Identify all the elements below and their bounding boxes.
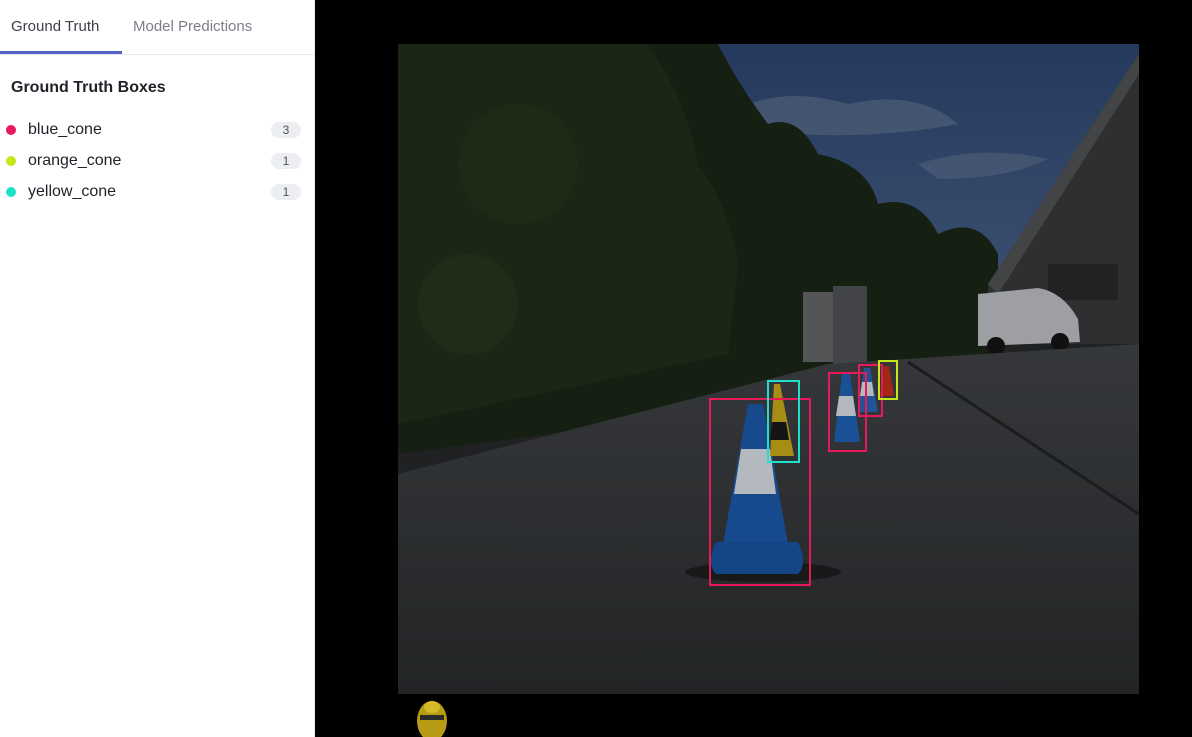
annotation-sidebar: Ground Truth Model Predictions Ground Tr…	[0, 0, 315, 737]
class-row-blue-cone[interactable]: blue_cone 3	[0, 116, 315, 147]
section-title: Ground Truth Boxes	[11, 79, 166, 96]
count-badge: 1	[271, 153, 301, 169]
class-label: blue_cone	[28, 121, 102, 138]
class-row-orange-cone[interactable]: orange_cone 1	[0, 147, 315, 178]
active-tab-indicator	[0, 51, 122, 54]
count-badge: 1	[271, 184, 301, 200]
tab-model-predictions[interactable]: Model Predictions	[133, 18, 252, 35]
count-badge: 3	[271, 122, 301, 138]
class-color-dot	[6, 187, 16, 197]
bbox-orange-cone[interactable]	[878, 360, 898, 400]
road-photo	[398, 44, 1139, 694]
bbox-yellow-cone[interactable]	[767, 380, 800, 463]
class-color-dot	[6, 125, 16, 135]
class-list: blue_cone 3 orange_cone 1 yellow_cone 1	[0, 116, 315, 209]
class-label: orange_cone	[28, 152, 122, 169]
class-row-yellow-cone[interactable]: yellow_cone 1	[0, 178, 315, 209]
partial-cone-thumbnail	[417, 701, 447, 737]
class-label: yellow_cone	[28, 183, 117, 200]
scene-illustration	[398, 44, 1139, 694]
view-tabs: Ground Truth Model Predictions	[0, 0, 314, 55]
tab-ground-truth[interactable]: Ground Truth	[11, 18, 99, 35]
image-viewer[interactable]	[315, 0, 1192, 737]
class-color-dot	[6, 156, 16, 166]
